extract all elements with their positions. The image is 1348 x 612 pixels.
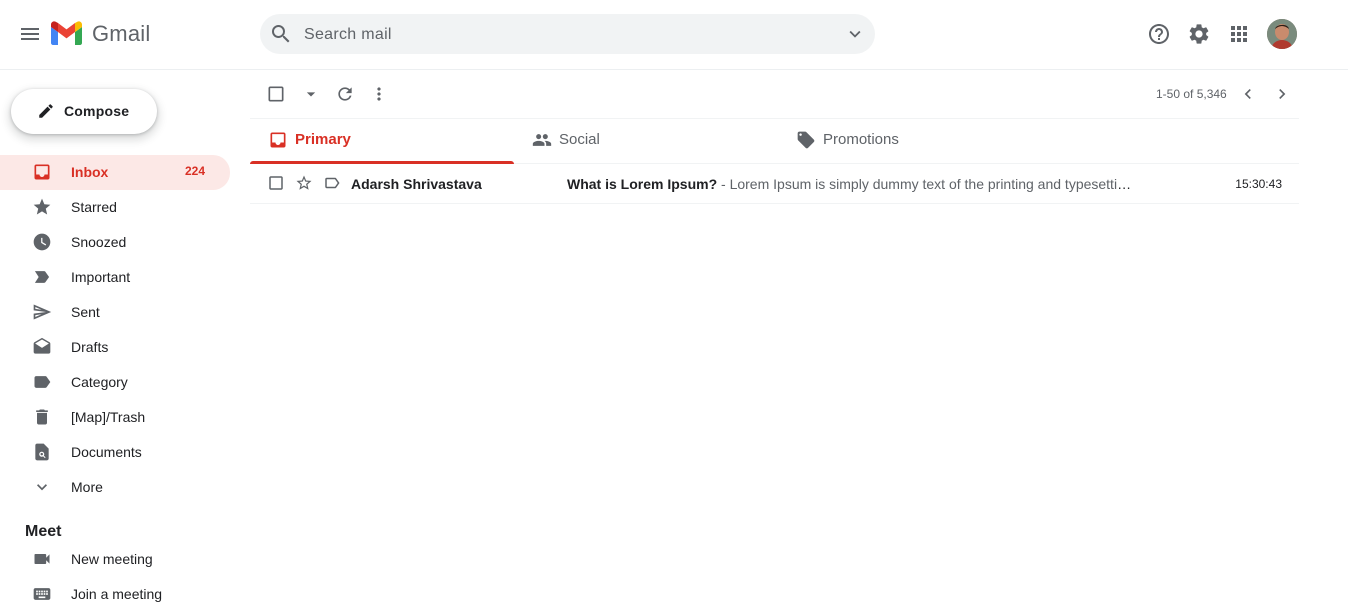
email-preview: What is Lorem Ipsum? - Lorem Ipsum is si…: [567, 176, 1132, 192]
sidebar-item-label: Drafts: [71, 339, 109, 355]
email-row[interactable]: Adarsh Shrivastava What is Lorem Ipsum? …: [250, 163, 1299, 204]
sidebar-item-label: Inbox: [71, 164, 109, 180]
sidebar-item-label: Sent: [71, 304, 100, 320]
tab-label: Primary: [295, 131, 351, 148]
inbox-icon: [268, 130, 288, 150]
sidebar-item-documents[interactable]: Documents: [0, 435, 230, 470]
gear-icon[interactable]: [1187, 22, 1211, 46]
sidebar-item-label: Starred: [71, 199, 117, 215]
sidebar-item-label: Join a meeting: [71, 586, 163, 602]
send-icon: [32, 302, 52, 322]
sidebar-item-starred[interactable]: Starred: [0, 190, 230, 225]
refresh-icon[interactable]: [335, 84, 355, 104]
sidebar-item-label: [Map]/Trash: [71, 409, 146, 425]
search-bar[interactable]: [260, 14, 875, 54]
compose-label: Compose: [64, 103, 130, 119]
unread-count-badge: 224: [184, 164, 205, 178]
tab-label: Promotions: [823, 131, 899, 148]
sidebar-item-join-meeting[interactable]: Join a meeting: [0, 577, 230, 612]
sidebar-item-important[interactable]: Important: [0, 260, 230, 295]
tag-icon: [796, 130, 816, 150]
important-outline-icon[interactable]: [323, 174, 341, 192]
keyboard-icon: [32, 584, 52, 604]
tab-label: Social: [559, 131, 600, 148]
chevron-left-icon[interactable]: [1238, 84, 1258, 104]
select-dropdown-icon[interactable]: [301, 84, 321, 104]
sidebar-item-more[interactable]: More: [0, 470, 230, 505]
star-icon: [32, 197, 52, 217]
document-search-icon: [32, 442, 52, 462]
compose-button[interactable]: Compose: [11, 89, 157, 134]
trash-icon: [32, 407, 52, 427]
sidebar-item-label: Documents: [71, 444, 142, 460]
email-subject: What is Lorem Ipsum?: [567, 176, 718, 192]
tab-promotions[interactable]: Promotions: [778, 119, 1042, 163]
sidebar-item-snoozed[interactable]: Snoozed: [0, 225, 230, 260]
help-icon[interactable]: [1147, 22, 1171, 46]
search-options-chevron-icon[interactable]: [844, 23, 866, 45]
star-outline-icon[interactable]: [295, 174, 313, 192]
meet-section-title: Meet: [25, 523, 62, 540]
people-icon: [532, 130, 552, 150]
search-input[interactable]: [302, 23, 826, 47]
chevron-down-icon: [32, 477, 52, 497]
tab-primary[interactable]: Primary: [250, 119, 514, 164]
top-header: Gmail: [0, 0, 1348, 70]
video-icon: [32, 549, 52, 569]
pagination-text: 1-50 of 5,346: [1156, 87, 1227, 101]
sidebar-item-new-meeting[interactable]: New meeting: [0, 542, 230, 577]
brand-name[interactable]: Gmail: [92, 21, 150, 47]
select-all-checkbox[interactable]: [266, 84, 286, 104]
chevron-right-icon[interactable]: [1272, 84, 1292, 104]
row-checkbox[interactable]: [267, 174, 285, 192]
sidebar-item-trash[interactable]: [Map]/Trash: [0, 400, 230, 435]
label-icon: [32, 372, 52, 392]
sidebar-item-label: More: [71, 479, 103, 495]
email-snippet: - Lorem Ipsum is simply dummy text of th…: [721, 176, 1132, 192]
inbox-icon: [32, 162, 52, 182]
tab-social[interactable]: Social: [514, 119, 778, 163]
sidebar-item-inbox[interactable]: Inbox 224: [0, 155, 230, 190]
clock-icon: [32, 232, 52, 252]
sidebar-item-label: New meeting: [71, 551, 153, 567]
search-icon[interactable]: [269, 22, 293, 46]
email-sender: Adarsh Shrivastava: [351, 176, 482, 192]
sidebar-item-label: Category: [71, 374, 128, 390]
gmail-logo[interactable]: [51, 21, 82, 45]
avatar[interactable]: [1267, 19, 1297, 49]
email-time: 15:30:43: [1235, 177, 1282, 191]
sidebar-item-category[interactable]: Category: [0, 365, 230, 400]
sidebar-item-label: Important: [71, 269, 131, 285]
apps-grid-icon[interactable]: [1227, 22, 1251, 46]
draft-icon: [32, 337, 52, 357]
important-icon: [32, 267, 52, 287]
sidebar-item-drafts[interactable]: Drafts: [0, 330, 230, 365]
menu-icon[interactable]: [18, 22, 42, 46]
sidebar-item-sent[interactable]: Sent: [0, 295, 230, 330]
pencil-icon: [37, 102, 55, 120]
more-vert-icon[interactable]: [369, 84, 389, 104]
category-tabs: Primary Social Promotions: [250, 118, 1299, 164]
sidebar-item-label: Snoozed: [71, 234, 127, 250]
